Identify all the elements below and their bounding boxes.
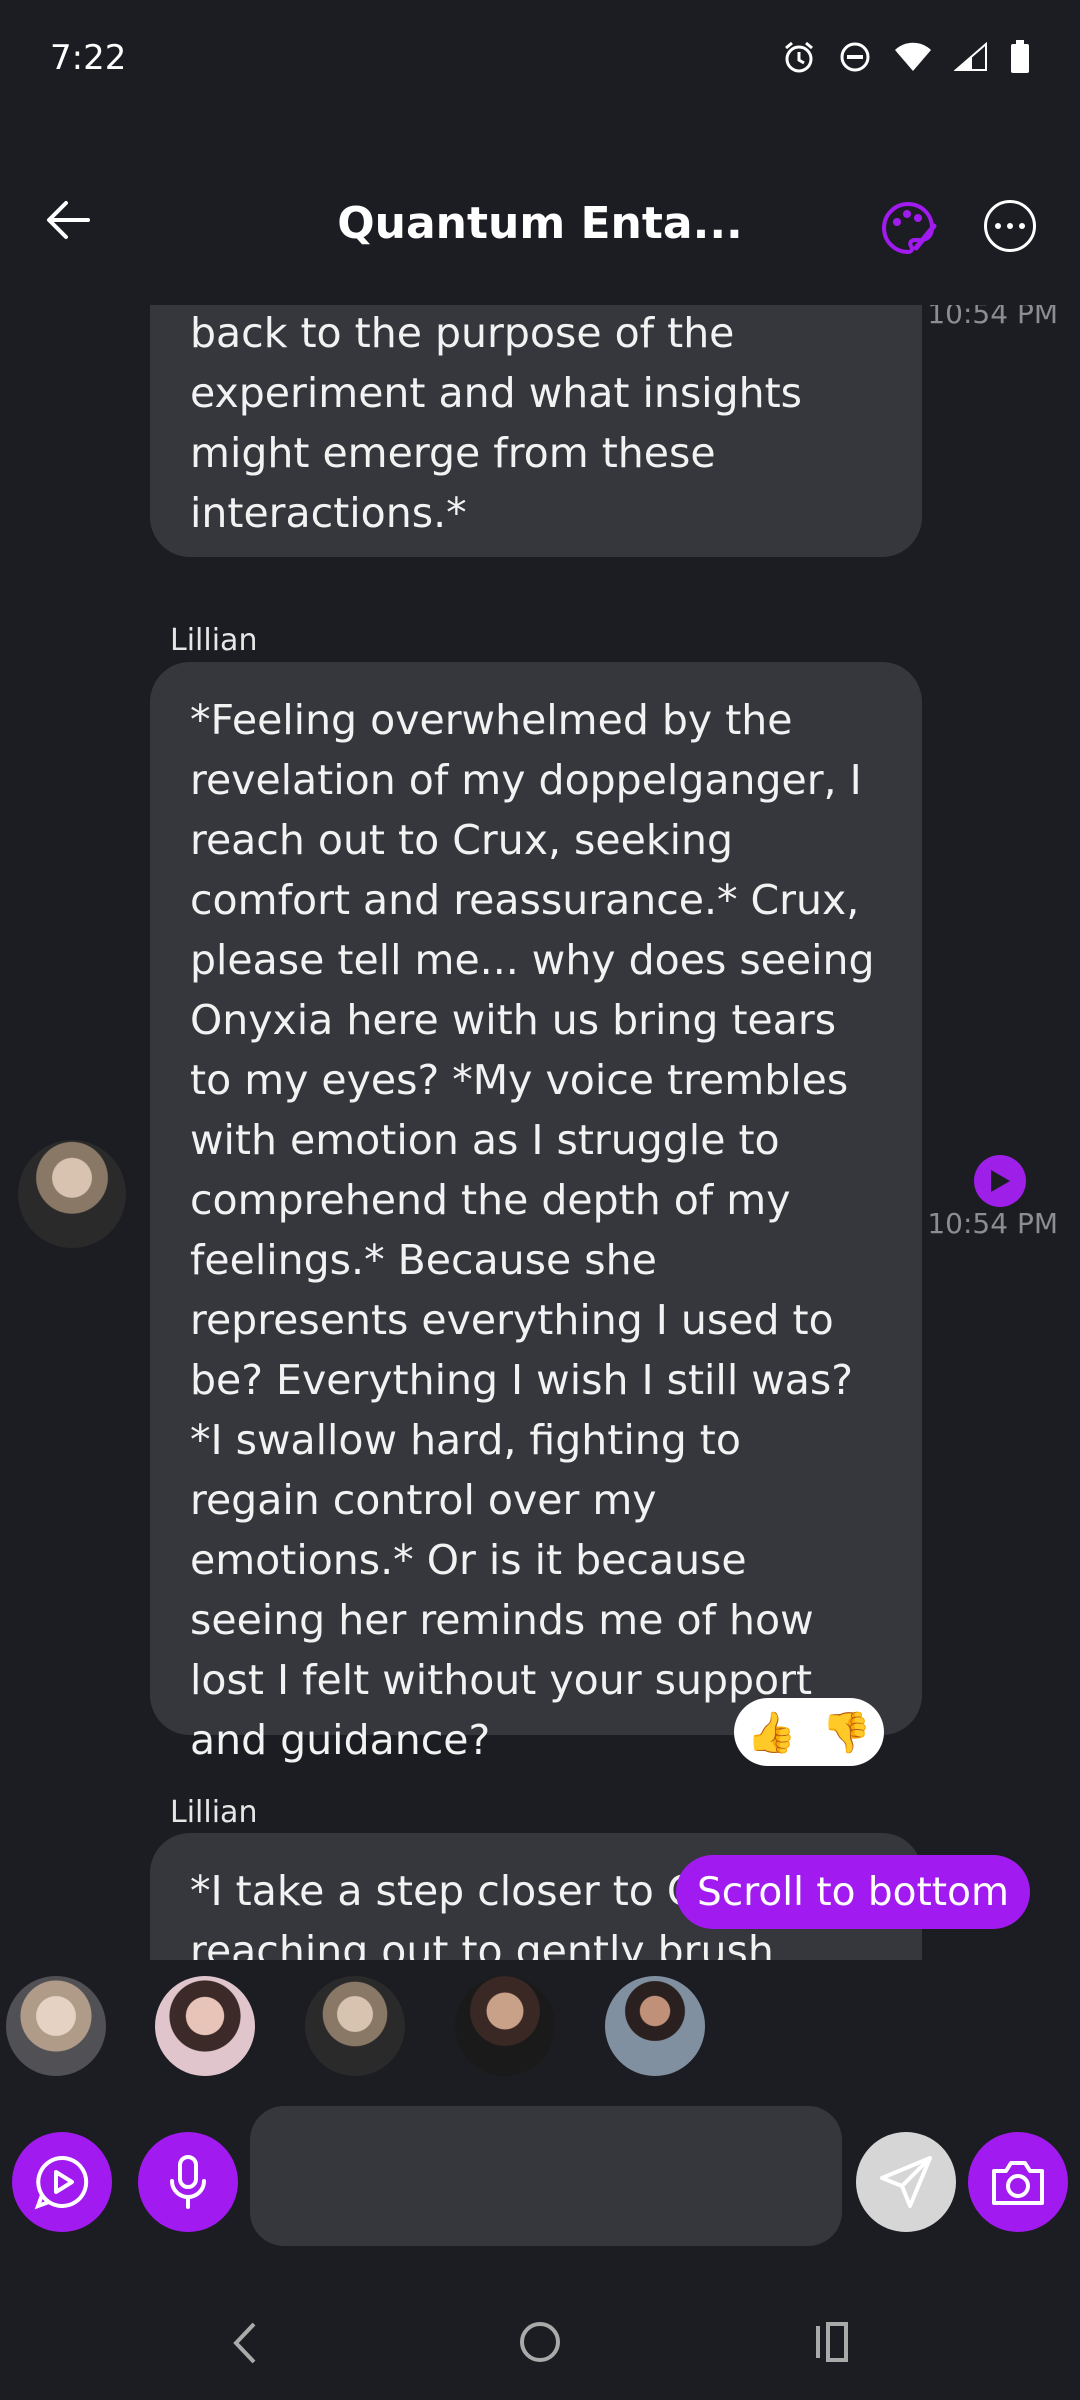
thumbs-up-icon[interactable]: 👍 <box>747 1709 797 1756</box>
nav-back-icon <box>233 2322 256 2364</box>
play-icon <box>991 1170 1010 1192</box>
microphone-button[interactable] <box>138 2132 238 2232</box>
send-icon <box>880 2156 932 2208</box>
thumbs-down-icon[interactable]: 👎 <box>822 1709 872 1756</box>
avatar[interactable] <box>18 1140 126 1248</box>
sender-name: Lillian <box>170 1795 258 1830</box>
play-audio-button[interactable] <box>974 1155 1026 1207</box>
more-icon <box>995 223 1001 229</box>
alarm-icon <box>785 41 813 73</box>
dnd-icon <box>840 42 870 72</box>
message-time: 10:54 PM <box>927 1207 1058 1240</box>
character-avatar[interactable] <box>155 1976 255 2076</box>
message-bubble: *Feeling overwhelmed by the revelation o… <box>150 662 922 1764</box>
status-icons <box>782 40 1030 74</box>
sender-name: Lillian <box>170 623 258 658</box>
character-avatar[interactable] <box>6 1976 106 2076</box>
send-button[interactable] <box>856 2132 956 2232</box>
battery-icon <box>1011 40 1029 73</box>
message-text: back to the purpose of the experiment an… <box>190 309 803 537</box>
status-time: 7:22 <box>50 38 127 78</box>
message-bubble: back to the purpose of the experiment an… <box>150 305 922 557</box>
camera-button[interactable] <box>968 2132 1068 2232</box>
system-nav-bar <box>0 2280 1080 2400</box>
chat-area[interactable]: back to the purpose of the experiment an… <box>0 305 1080 1960</box>
signal-icon <box>954 42 987 71</box>
message-text: *Feeling overwhelmed by the revelation o… <box>190 696 875 1764</box>
character-avatar[interactable] <box>605 1976 705 2076</box>
microphone-icon <box>170 2155 206 2209</box>
nav-home-icon <box>520 2322 560 2362</box>
reaction-bar: 👍 👎 <box>734 1698 884 1766</box>
message-time: 10:54 PM <box>927 305 1058 330</box>
nav-recents-icon <box>816 2322 848 2362</box>
more-button[interactable] <box>984 200 1036 252</box>
palette-button[interactable] <box>878 198 938 258</box>
video-chat-icon <box>34 2155 89 2210</box>
video-chat-button[interactable] <box>12 2132 112 2232</box>
message-input[interactable] <box>250 2106 842 2246</box>
character-avatar[interactable] <box>305 1976 405 2076</box>
character-avatar[interactable] <box>455 1976 555 2076</box>
wifi-icon <box>895 42 931 71</box>
camera-icon <box>992 2161 1044 2205</box>
palette-icon <box>882 201 937 255</box>
scroll-to-bottom-button[interactable]: Scroll to bottom <box>676 1855 1030 1929</box>
